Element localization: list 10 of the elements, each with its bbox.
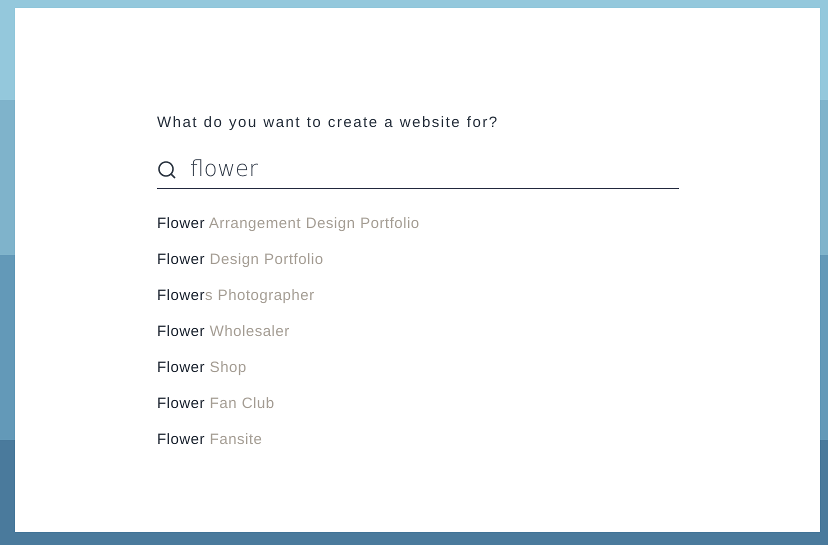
prompt-text: What do you want to create a website for? bbox=[157, 114, 500, 131]
suggestion-item[interactable]: Flowers Photographer bbox=[157, 287, 315, 305]
suggestion-item[interactable]: Flower Fan Club bbox=[157, 395, 275, 413]
suggestion-item[interactable]: Flower Wholesaler bbox=[157, 323, 290, 341]
search-field[interactable]: flower bbox=[190, 157, 670, 182]
suggestion-item[interactable]: Flower Design Portfolio bbox=[157, 251, 324, 269]
suggestion-item[interactable]: Flower Shop bbox=[157, 359, 247, 377]
search-icon bbox=[157, 160, 177, 180]
suggestion-item[interactable]: Flower Arrangement Design Portfolio bbox=[157, 215, 420, 233]
suggestion-item[interactable]: Flower Fansite bbox=[157, 431, 262, 449]
